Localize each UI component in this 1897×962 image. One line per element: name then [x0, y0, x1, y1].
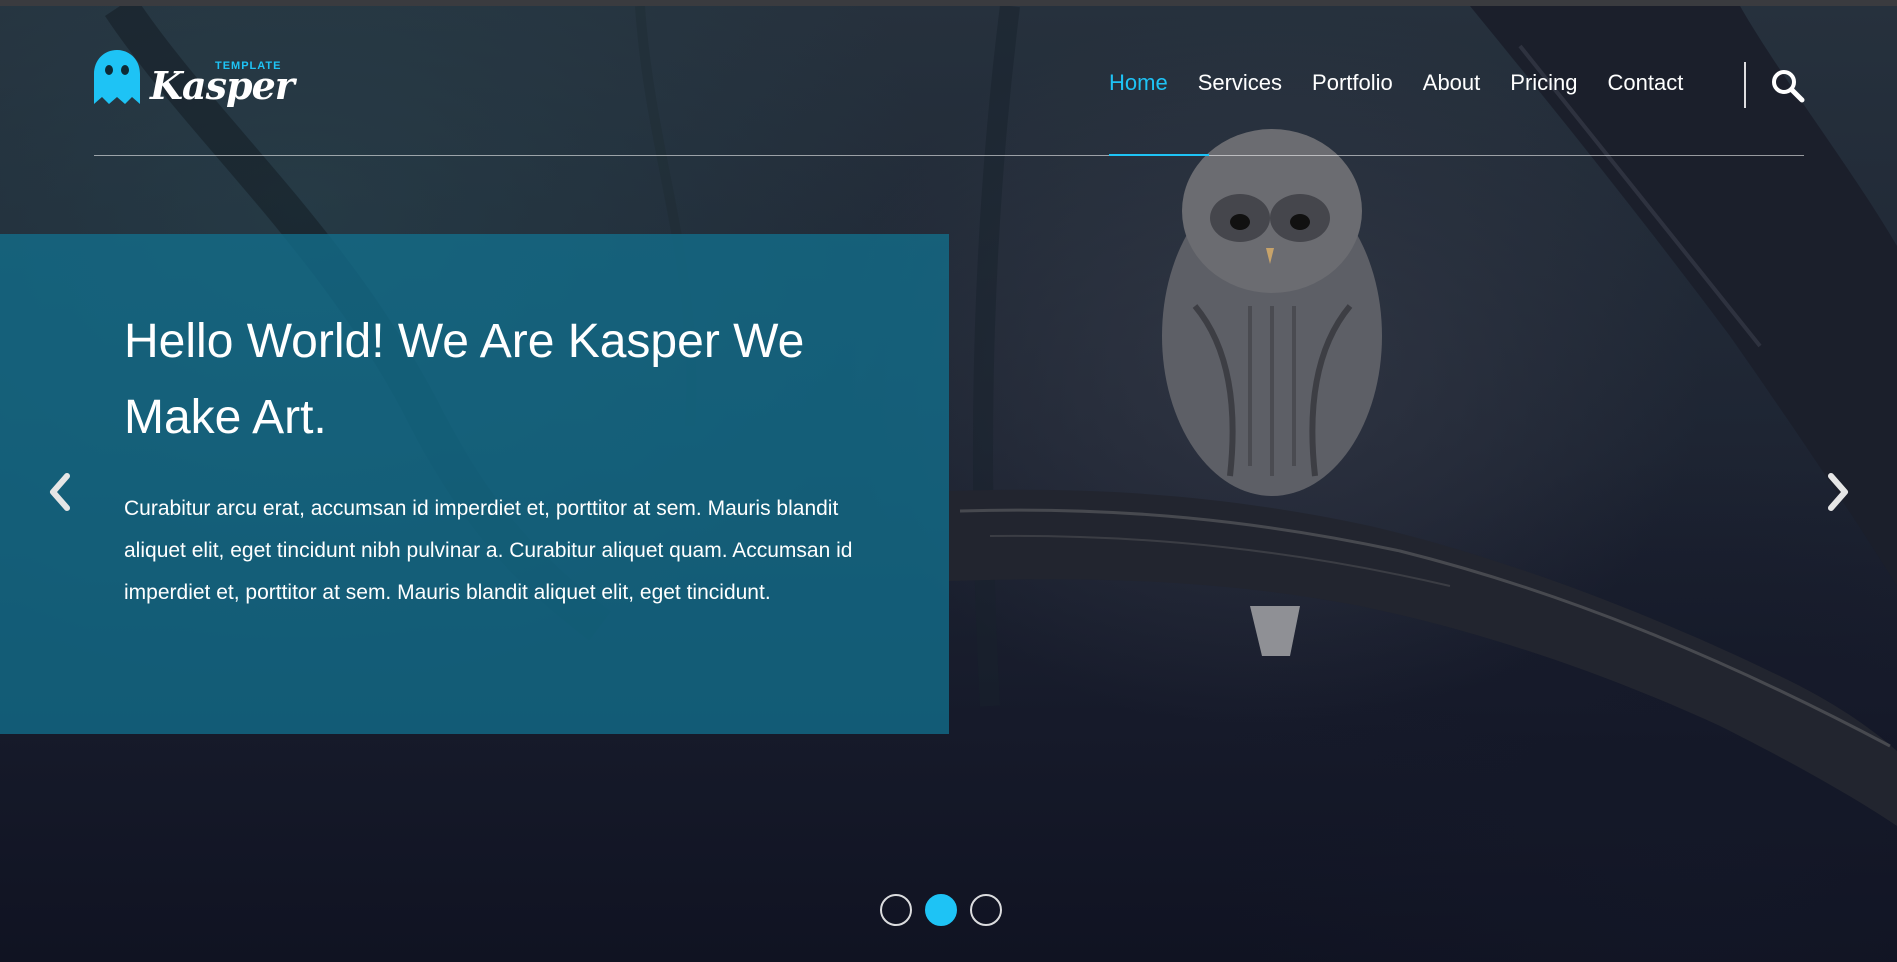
nav-item-about[interactable]: About — [1423, 68, 1481, 98]
nav-item-portfolio[interactable]: Portfolio — [1312, 68, 1393, 98]
hero-slider: TEMPLATE Kasper Home Services Portfolio … — [0, 6, 1897, 962]
logo-wordmark: Kasper — [150, 63, 295, 108]
slider-pagination — [880, 894, 1002, 926]
slide-dot-1[interactable] — [880, 894, 912, 926]
main-nav: Home Services Portfolio About Pricing Co… — [1109, 68, 1713, 98]
hero-headline: Hello World! We Are Kasper We Make Art. — [124, 315, 805, 444]
nav-item-home[interactable]: Home — [1109, 68, 1168, 98]
nav-item-contact[interactable]: Contact — [1608, 68, 1684, 98]
nav-divider — [1744, 62, 1746, 108]
slide-dot-2[interactable] — [925, 894, 957, 926]
chevron-right-icon[interactable] — [1823, 472, 1853, 512]
hero-body-text: Curabitur arcu erat, accumsan id imperdi… — [124, 497, 853, 604]
nav-item-services[interactable]: Services — [1198, 68, 1282, 98]
chevron-left-icon[interactable] — [45, 472, 75, 512]
nav-item-pricing[interactable]: Pricing — [1510, 68, 1577, 98]
nav-active-indicator — [1109, 154, 1209, 156]
hero-caption-box: Hello World! We Are Kasper We Make Art. … — [0, 234, 949, 734]
ghost-icon — [94, 50, 140, 104]
slide-dot-3[interactable] — [970, 894, 1002, 926]
kasper-logo[interactable]: TEMPLATE Kasper — [94, 48, 295, 108]
search-icon[interactable] — [1771, 69, 1805, 103]
site-header: TEMPLATE Kasper Home Services Portfolio … — [94, 44, 1805, 156]
